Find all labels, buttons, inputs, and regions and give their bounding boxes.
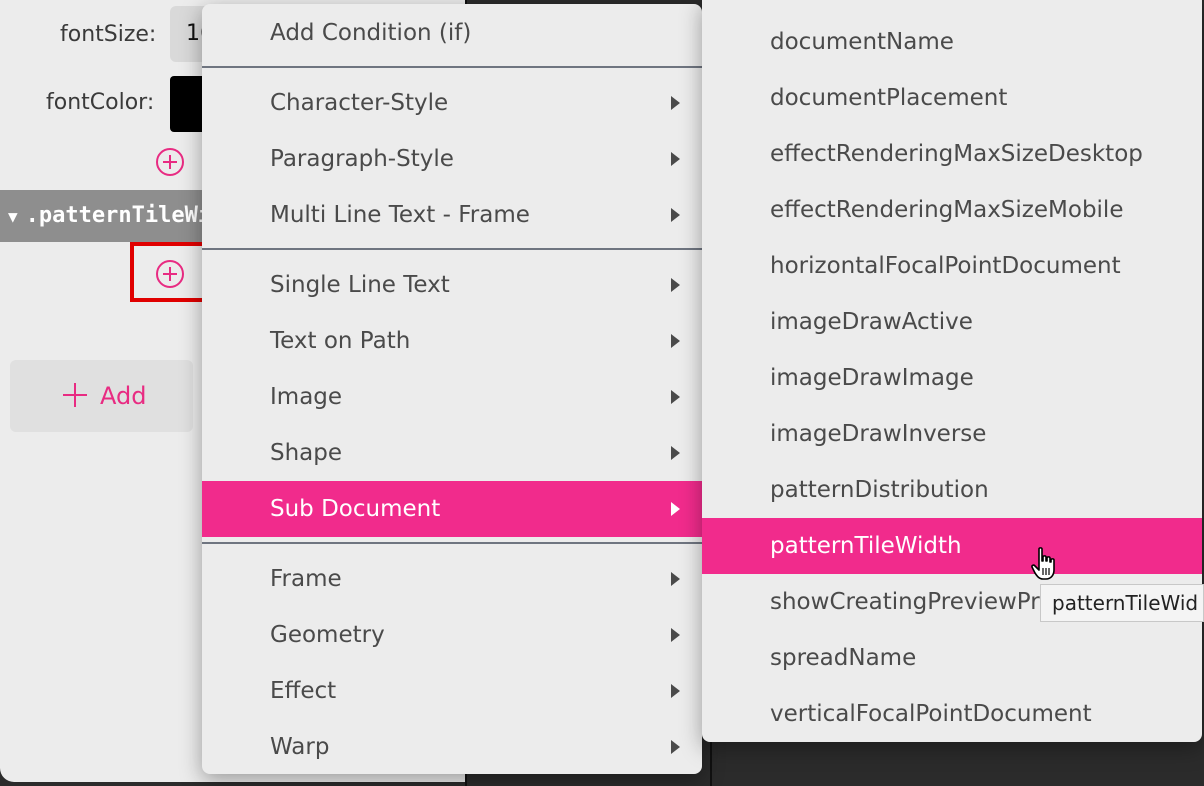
submenu-arrow-icon bbox=[671, 390, 680, 404]
submenu-item[interactable]: effectRenderingMaxSizeDesktop bbox=[702, 126, 1202, 182]
submenu-item-label: patternTileWidth bbox=[770, 533, 962, 559]
submenu-item-label: spreadName bbox=[770, 645, 917, 671]
submenu-item-label: effectRenderingMaxSizeMobile bbox=[770, 197, 1124, 223]
menu-item-label: Character-Style bbox=[270, 90, 449, 116]
menu-item-label: Text on Path bbox=[270, 328, 411, 354]
menu-separator bbox=[202, 66, 702, 68]
submenu-arrow-icon bbox=[671, 152, 680, 166]
menu-item-label: Single Line Text bbox=[270, 272, 450, 298]
menu-item-multi-line-text-frame[interactable]: Multi Line Text - Frame bbox=[202, 187, 702, 243]
menu-item-add-condition[interactable]: Add Condition (if) bbox=[202, 5, 702, 61]
context-menu: Add Condition (if) Character-Style Parag… bbox=[202, 4, 702, 774]
menu-item-warp[interactable]: Warp bbox=[202, 719, 702, 775]
menu-item-label: Paragraph-Style bbox=[270, 146, 454, 172]
submenu-item-label: patternDistribution bbox=[770, 477, 989, 503]
submenu-item-pattern-tile-width[interactable]: patternTileWidth bbox=[702, 518, 1202, 574]
menu-item-single-line-text[interactable]: Single Line Text bbox=[202, 257, 702, 313]
submenu-item-label: imageDrawInverse bbox=[770, 421, 987, 447]
menu-separator bbox=[202, 248, 702, 250]
submenu-item[interactable]: effectRenderingMaxSizeMobile bbox=[702, 182, 1202, 238]
add-button[interactable]: Add bbox=[10, 360, 193, 432]
menu-item-frame[interactable]: Frame bbox=[202, 551, 702, 607]
font-color-label: fontColor: bbox=[46, 90, 155, 115]
sub-document-submenu: documentName documentPlacement effectRen… bbox=[702, 0, 1202, 742]
submenu-arrow-icon bbox=[671, 278, 680, 292]
add-property-circle-icon[interactable] bbox=[156, 260, 184, 288]
submenu-item-label: showCreatingPreviewPr bbox=[770, 589, 1040, 615]
hand-cursor-icon bbox=[1031, 547, 1055, 580]
plus-icon bbox=[62, 382, 88, 408]
menu-item-sub-document[interactable]: Sub Document bbox=[202, 481, 702, 537]
submenu-item[interactable]: imageDrawImage bbox=[702, 350, 1202, 406]
submenu-arrow-icon bbox=[671, 684, 680, 698]
submenu-arrow-icon bbox=[671, 96, 680, 110]
font-size-label: fontSize: bbox=[60, 22, 157, 47]
submenu-item[interactable]: horizontalFocalPointDocument bbox=[702, 238, 1202, 294]
section-header-label: .patternTileWidth bbox=[25, 203, 220, 228]
submenu-arrow-icon bbox=[671, 334, 680, 348]
submenu-item[interactable]: spreadName bbox=[702, 630, 1202, 686]
submenu-item[interactable]: imageDrawInverse bbox=[702, 406, 1202, 462]
submenu-item-label: verticalFocalPointDocument bbox=[770, 701, 1092, 727]
submenu-item[interactable]: patternDistribution bbox=[702, 462, 1202, 518]
menu-item-label: Sub Document bbox=[270, 496, 441, 522]
add-property-circle-icon[interactable] bbox=[156, 148, 184, 176]
menu-item-character-style[interactable]: Character-Style bbox=[202, 75, 702, 131]
menu-item-label: Add Condition (if) bbox=[270, 20, 472, 46]
section-header[interactable]: ▼ .patternTileWidth bbox=[0, 190, 220, 242]
menu-item-label: Multi Line Text - Frame bbox=[270, 202, 530, 228]
menu-item-label: Image bbox=[270, 384, 343, 410]
menu-item-shape[interactable]: Shape bbox=[202, 425, 702, 481]
submenu-arrow-icon bbox=[671, 740, 680, 754]
submenu-item-label: documentName bbox=[770, 29, 954, 55]
submenu-item-label: effectRenderingMaxSizeDesktop bbox=[770, 141, 1143, 167]
submenu-item-label: horizontalFocalPointDocument bbox=[770, 253, 1121, 279]
submenu-item[interactable]: verticalFocalPointDocument bbox=[702, 686, 1202, 742]
tooltip: patternTileWid bbox=[1040, 584, 1204, 622]
menu-item-effect[interactable]: Effect bbox=[202, 663, 702, 719]
menu-item-text-on-path[interactable]: Text on Path bbox=[202, 313, 702, 369]
submenu-item[interactable]: imageDrawActive bbox=[702, 294, 1202, 350]
menu-item-geometry[interactable]: Geometry bbox=[202, 607, 702, 663]
menu-item-label: Effect bbox=[270, 678, 337, 704]
menu-item-label: Geometry bbox=[270, 622, 385, 648]
submenu-arrow-icon bbox=[671, 446, 680, 460]
submenu-item[interactable]: documentName bbox=[702, 14, 1202, 70]
add-button-label: Add bbox=[100, 382, 147, 410]
menu-separator bbox=[202, 542, 702, 544]
submenu-item-label: imageDrawImage bbox=[770, 365, 974, 391]
submenu-arrow-icon bbox=[671, 628, 680, 642]
menu-item-label: Warp bbox=[270, 734, 330, 760]
menu-item-label: Frame bbox=[270, 566, 342, 592]
submenu-item-label: imageDrawActive bbox=[770, 309, 973, 335]
submenu-item[interactable]: documentPlacement bbox=[702, 70, 1202, 126]
disclosure-triangle-icon[interactable]: ▼ bbox=[8, 191, 18, 242]
submenu-arrow-icon bbox=[671, 208, 680, 222]
menu-item-paragraph-style[interactable]: Paragraph-Style bbox=[202, 131, 702, 187]
submenu-arrow-icon bbox=[671, 572, 680, 586]
menu-item-label: Shape bbox=[270, 440, 343, 466]
submenu-arrow-icon bbox=[671, 502, 680, 516]
submenu-item-label: documentPlacement bbox=[770, 85, 1008, 111]
menu-item-image[interactable]: Image bbox=[202, 369, 702, 425]
